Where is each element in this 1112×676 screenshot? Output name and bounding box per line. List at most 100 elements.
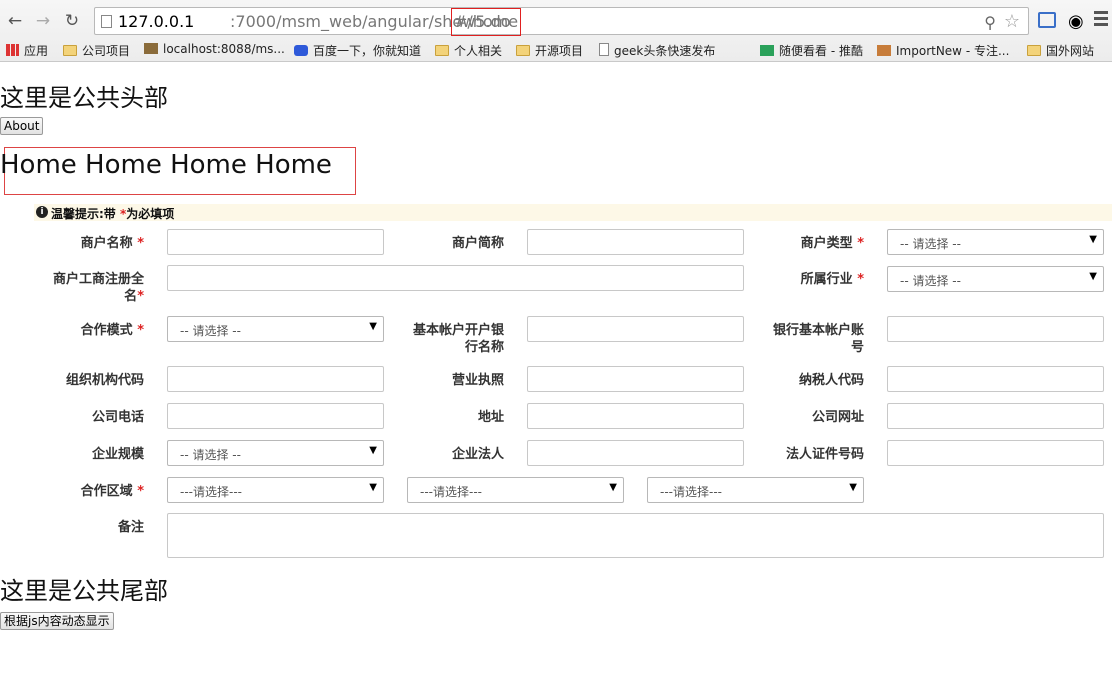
tip-prefix: 温馨提示:带 — [51, 207, 120, 221]
tax-code-input[interactable] — [887, 366, 1104, 392]
legal-id-input[interactable] — [887, 440, 1104, 466]
label-text: 合作模式 — [80, 323, 133, 338]
coop-mode-select[interactable]: -- 请选择 -- ▼ — [167, 316, 384, 342]
folder-icon — [516, 45, 530, 56]
dynamic-display-button[interactable]: 根据js内容动态显示 — [0, 612, 114, 630]
reload-icon[interactable]: ↻ — [61, 10, 83, 32]
bookmark-apps[interactable]: 应用 — [6, 42, 48, 59]
forward-arrow-icon[interactable]: → — [32, 10, 54, 32]
browser-toolbar: ← → ↻ 127.0.0.1 :7000/msm_web/angular/sh… — [0, 0, 1112, 62]
label-text: 号 — [850, 340, 864, 355]
label-bank-name: 基本帐户开户银 行名称 — [400, 322, 504, 356]
org-code-input[interactable] — [167, 366, 384, 392]
bookmark-label: 公司项目 — [82, 44, 131, 58]
bank-account-input[interactable] — [887, 316, 1104, 342]
company-phone-input[interactable] — [167, 403, 384, 429]
label-tax-code: 纳税人代码 — [798, 373, 864, 388]
page-icon — [101, 15, 112, 28]
company-website-input[interactable] — [887, 403, 1104, 429]
dropdown-arrow-icon: ▼ — [609, 482, 617, 493]
bookmark-label: 应用 — [24, 44, 49, 58]
label-remark: 备注 — [117, 520, 144, 535]
select-value: -- 请选择 -- — [180, 324, 241, 338]
label-text: 银行基本帐户账 — [772, 323, 864, 338]
bookmark-label: localhost:8088/ms... — [163, 42, 285, 56]
region-city-select[interactable]: ---请选择--- ▼ — [407, 477, 624, 503]
menu-icon[interactable] — [1094, 11, 1108, 29]
bookmark-label: geek头条快速发布 — [614, 44, 716, 58]
label-text: 合作区域 — [80, 484, 133, 499]
label-legal-id: 法人证件号码 — [785, 447, 864, 462]
region-province-select[interactable]: ---请选择--- ▼ — [167, 477, 384, 503]
favicon-icon — [144, 43, 158, 54]
about-button[interactable]: About — [0, 117, 44, 135]
java-icon — [877, 45, 891, 56]
bookmark-label: 百度一下，你就知道 — [313, 44, 422, 58]
bookmark-geek[interactable]: geek头条快速发布 — [599, 42, 715, 59]
select-value: ---请选择--- — [180, 485, 242, 499]
label-address: 地址 — [477, 410, 504, 425]
merchant-reg-name-input[interactable] — [167, 265, 744, 291]
bookmark-star-icon[interactable]: ☆ — [1004, 11, 1020, 32]
address-input[interactable] — [527, 403, 744, 429]
dropdown-arrow-icon: ▼ — [849, 482, 857, 493]
bookmark-baidu[interactable]: 百度一下，你就知道 — [294, 42, 421, 59]
industry-select[interactable]: -- 请选择 -- ▼ — [887, 266, 1104, 292]
required-star: * — [137, 236, 144, 251]
remark-textarea[interactable] — [167, 513, 1104, 558]
address-bar[interactable]: 127.0.0.1 :7000/msm_web/angular/show5.do… — [94, 7, 1029, 36]
label-coop-region: 合作区域 * — [40, 483, 144, 500]
zoom-icon[interactable]: ⚲ — [984, 13, 996, 32]
merchant-name-input[interactable] — [167, 229, 384, 255]
tip-text: 温馨提示:带 *为必填项 — [51, 205, 174, 222]
info-icon: i — [36, 206, 48, 218]
merchant-type-select[interactable]: -- 请选择 -- ▼ — [887, 229, 1104, 255]
label-company-scale: 企业规模 — [91, 447, 144, 462]
bookmark-label: 国外网站 — [1046, 44, 1095, 58]
company-scale-select[interactable]: -- 请选择 -- ▼ — [167, 440, 384, 466]
select-value: ---请选择--- — [660, 485, 722, 499]
legal-person-input[interactable] — [527, 440, 744, 466]
bookmark-folder-opensource[interactable]: 开源项目 — [516, 42, 583, 59]
page-icon — [599, 43, 609, 56]
dropdown-arrow-icon: ▼ — [369, 482, 377, 493]
label-industry: 所属行业 * — [760, 271, 864, 288]
eye-icon[interactable]: ◉ — [1068, 11, 1084, 32]
select-value: -- 请选择 -- — [900, 237, 961, 251]
url-hash-highlight: #/home — [451, 8, 521, 36]
bookmark-folder-personal[interactable]: 个人相关 — [435, 42, 502, 59]
folder-icon — [435, 45, 449, 56]
bookmark-localhost[interactable]: localhost:8088/ms... — [144, 42, 285, 56]
label-text: 行名称 — [464, 340, 504, 355]
select-value: ---请选择--- — [420, 485, 482, 499]
bookmark-label: ImportNew - 专注... — [896, 44, 1010, 58]
url-host: 127.0.0.1 — [118, 12, 195, 31]
bank-name-input[interactable] — [527, 316, 744, 342]
folder-icon — [1027, 45, 1041, 56]
required-star: * — [137, 289, 144, 304]
business-license-input[interactable] — [527, 366, 744, 392]
footer-title: 这里是公共尾部 — [0, 577, 168, 605]
bookmark-tuicool[interactable]: 随便看看 - 推酷 — [760, 42, 863, 59]
bookmark-importnew[interactable]: ImportNew - 专注... — [877, 42, 1009, 59]
merchant-short-input[interactable] — [527, 229, 744, 255]
select-value: -- 请选择 -- — [180, 448, 241, 462]
label-text: 商户工商注册全 — [52, 272, 144, 287]
dropdown-arrow-icon: ▼ — [1089, 271, 1097, 282]
bookmarks-bar: 应用 公司项目 localhost:8088/ms... 百度一下，你就知道 个… — [0, 38, 1112, 62]
header-title: 这里是公共头部 — [0, 84, 168, 112]
dropdown-arrow-icon: ▼ — [369, 445, 377, 456]
apps-icon — [6, 44, 19, 56]
label-text: 商户类型 — [800, 236, 853, 251]
bookmark-label: 个人相关 — [454, 44, 503, 58]
bookmark-folder-foreign[interactable]: 国外网站 — [1027, 42, 1094, 59]
region-district-select[interactable]: ---请选择--- ▼ — [647, 477, 864, 503]
back-arrow-icon[interactable]: ← — [4, 10, 26, 32]
url-hash: #/home — [453, 12, 519, 31]
bookmark-folder-company[interactable]: 公司项目 — [63, 42, 130, 59]
tip-suffix: 为必填项 — [126, 207, 175, 221]
label-company-phone: 公司电话 — [91, 410, 144, 425]
extension-window-icon[interactable] — [1038, 12, 1056, 28]
bookmark-label: 随便看看 - 推酷 — [779, 44, 863, 58]
label-text: 名 — [124, 289, 138, 304]
